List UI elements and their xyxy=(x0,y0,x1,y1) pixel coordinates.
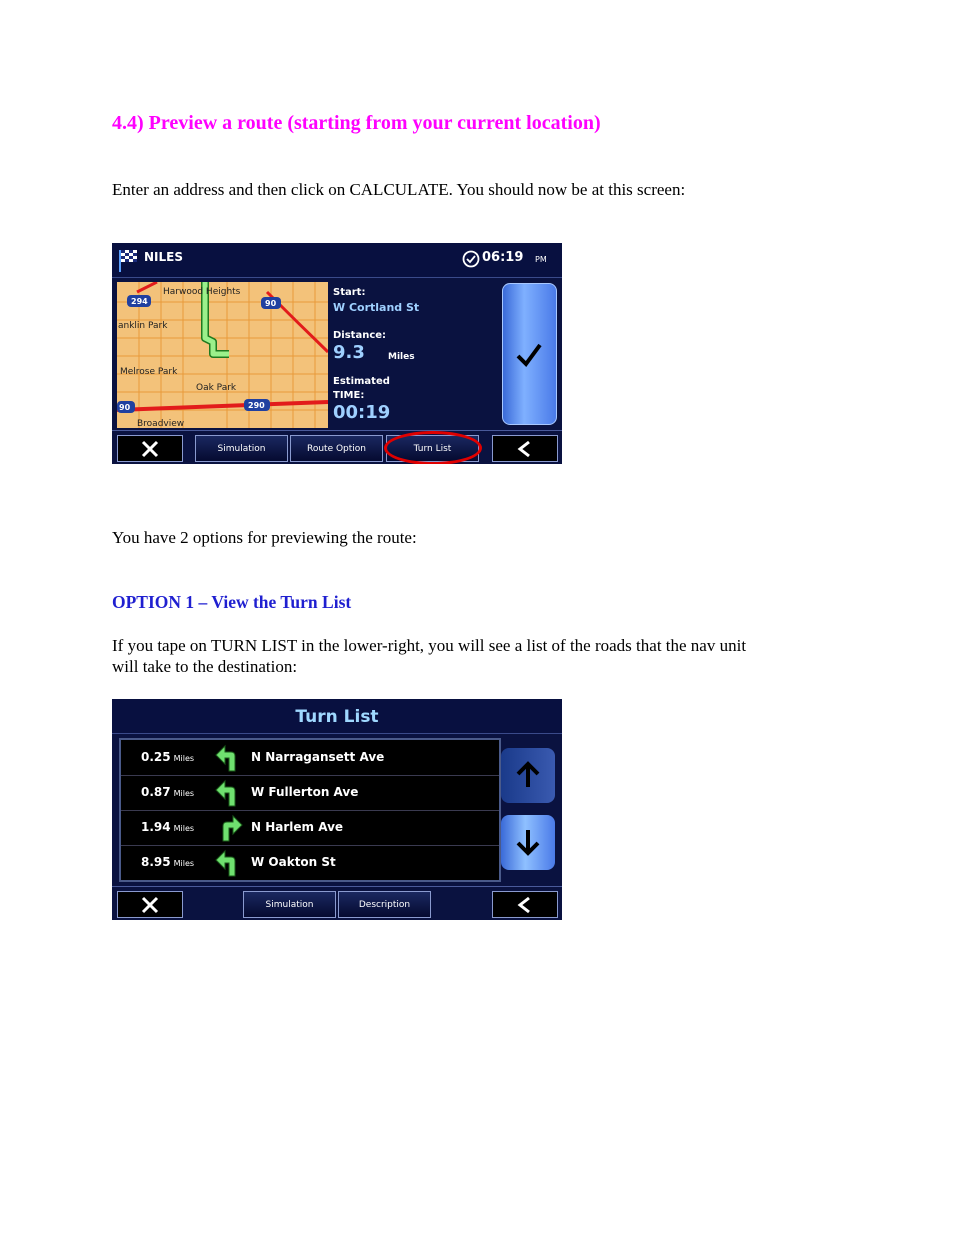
turn-row[interactable]: 0.25 Miles N Narragansett Ave xyxy=(121,740,499,776)
intro-text: Enter an address and then click on CALCU… xyxy=(112,180,686,199)
highway-290-shield: 290 xyxy=(248,401,265,410)
turn-right-arrow-icon xyxy=(222,814,243,842)
status-bar: NILES 06:19 PM xyxy=(112,243,562,278)
checkmark-icon xyxy=(516,343,542,368)
turn-distance: 0.87 xyxy=(141,785,171,799)
option1-title: OPTION 1 – View the Turn List xyxy=(112,592,352,612)
back-arrow-icon xyxy=(517,896,530,914)
map-label-oakpark: Oak Park xyxy=(196,383,237,393)
description-button[interactable]: Description xyxy=(338,891,431,918)
turn-left-arrow-icon xyxy=(215,779,236,807)
map-label-broadview: Broadview xyxy=(137,419,184,428)
turn-road-name: N Harlem Ave xyxy=(251,820,344,834)
route-summary-screen: NILES 06:19 PM Harwood Heights anklin Pa… xyxy=(112,243,562,464)
cancel-button[interactable] xyxy=(117,435,183,462)
turn-row[interactable]: 8.95 Miles W Oakton St xyxy=(121,845,499,880)
cancel-button[interactable] xyxy=(117,891,183,918)
back-button[interactable] xyxy=(492,435,558,462)
turn-left-arrow-icon xyxy=(215,744,236,772)
turn-distance: 8.95 xyxy=(141,855,171,869)
bottom-toolbar: Simulation Route Option Turn List xyxy=(112,430,562,464)
highway-90-shield: 90 xyxy=(265,299,277,308)
section-heading: 4.4) Preview a route (starting from your… xyxy=(112,112,601,134)
close-icon xyxy=(141,440,159,458)
turn-distance: 1.94 xyxy=(141,820,171,834)
turn-distance: 0.25 xyxy=(141,750,171,764)
scroll-down-button[interactable] xyxy=(501,815,555,870)
destination-city: NILES xyxy=(144,250,183,264)
turn-left-arrow-icon xyxy=(215,849,236,877)
turn-row[interactable]: 0.87 Miles W Fullerton Ave xyxy=(121,775,499,811)
turn-list: 0.25 Miles N Narragansett Ave 0.87 Miles W… xyxy=(119,738,501,882)
start-label: Start: xyxy=(333,287,366,298)
confirm-route-button[interactable] xyxy=(502,283,557,425)
map-label-melrose: Melrose Park xyxy=(120,367,178,377)
map-label-franklin: anklin Park xyxy=(118,321,168,331)
options-intro-text: You have 2 options for previewing the ro… xyxy=(112,528,417,547)
turn-list-screen: Turn List 0.25 Miles N Narragansett Ave 0… xyxy=(112,699,562,920)
route-map[interactable]: Harwood Heights anklin Park Melrose Park… xyxy=(117,282,328,428)
turn-distance-unit: Miles xyxy=(173,824,195,833)
turn-list-title: Turn List xyxy=(112,699,562,734)
map-label-harwood: Harwood Heights xyxy=(163,287,241,297)
distance-label: Distance: xyxy=(333,330,387,341)
clock-time: 06:19 xyxy=(482,250,524,265)
estimated-label: Estimated xyxy=(333,376,390,387)
distance-unit: Miles xyxy=(388,352,415,362)
time-label: TIME: xyxy=(333,390,365,401)
estimated-time-value: 00:19 xyxy=(333,402,391,423)
turn-distance-unit: Miles xyxy=(173,789,195,798)
turn-road-name: W Oakton St xyxy=(251,855,336,869)
close-icon xyxy=(141,896,159,914)
turn-list-button[interactable]: Turn List xyxy=(386,435,479,462)
simulation-button[interactable]: Simulation xyxy=(243,891,336,918)
option1-body-line1: If you tape on TURN LIST in the lower-ri… xyxy=(112,636,747,655)
turn-row[interactable]: 1.94 Miles N Harlem Ave xyxy=(121,810,499,846)
route-option-button[interactable]: Route Option xyxy=(290,435,383,462)
turn-road-name: W Fullerton Ave xyxy=(251,785,359,799)
turn-distance-unit: Miles xyxy=(173,859,195,868)
scroll-up-button[interactable] xyxy=(501,748,555,803)
route-info-panel: Start: W Cortland St Distance: 9.3 Miles… xyxy=(333,282,501,428)
start-value: W Cortland St xyxy=(333,301,420,314)
clock-icon xyxy=(462,250,480,268)
highway-90-shield-left: 90 xyxy=(119,403,131,412)
clock-ampm: PM xyxy=(535,255,547,264)
distance-value: 9.3 xyxy=(333,342,365,363)
arrow-up-icon xyxy=(516,761,540,787)
arrow-down-icon xyxy=(516,830,540,856)
highway-294-shield: 294 xyxy=(131,297,148,306)
checkered-flag-icon xyxy=(119,250,137,272)
back-arrow-icon xyxy=(517,440,530,458)
turn-distance-unit: Miles xyxy=(173,754,195,763)
bottom-toolbar: Simulation Description xyxy=(112,886,562,920)
turn-road-name: N Narragansett Ave xyxy=(251,750,385,764)
back-button[interactable] xyxy=(492,891,558,918)
option1-body-line2: will take to the destination: xyxy=(112,657,298,676)
simulation-button[interactable]: Simulation xyxy=(195,435,288,462)
